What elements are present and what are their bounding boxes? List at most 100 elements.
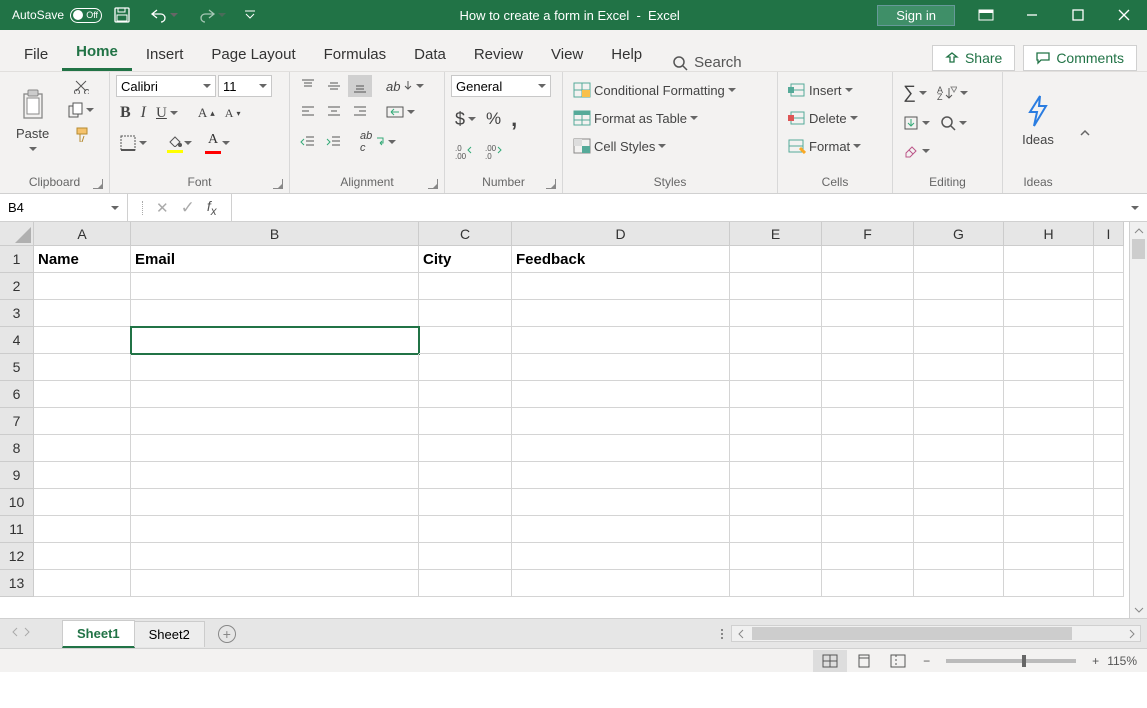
increase-indent-button[interactable] — [322, 131, 346, 153]
cell[interactable] — [512, 462, 730, 489]
cell[interactable] — [419, 381, 512, 408]
tab-data[interactable]: Data — [400, 38, 460, 71]
cancel-formula-button[interactable]: ✕ — [156, 199, 169, 217]
cell[interactable] — [512, 516, 730, 543]
cell[interactable] — [822, 354, 914, 381]
tab-page-layout[interactable]: Page Layout — [197, 38, 309, 71]
share-button[interactable]: Share — [932, 45, 1015, 71]
cell[interactable] — [914, 489, 1004, 516]
cell[interactable] — [730, 408, 822, 435]
cell[interactable] — [34, 273, 131, 300]
zoom-in-button[interactable]: + — [1092, 654, 1099, 668]
cell[interactable] — [822, 435, 914, 462]
column-header[interactable]: F — [822, 222, 914, 246]
sort-filter-button[interactable]: AZ — [933, 82, 972, 104]
cell[interactable] — [730, 354, 822, 381]
column-header[interactable]: I — [1094, 222, 1124, 246]
cell[interactable] — [1094, 246, 1124, 273]
cell[interactable] — [822, 408, 914, 435]
cell[interactable] — [730, 381, 822, 408]
horizontal-scroll-thumb[interactable] — [752, 627, 1072, 640]
cell[interactable] — [822, 273, 914, 300]
cell[interactable] — [1004, 435, 1094, 462]
prev-sheet-button[interactable] — [10, 625, 20, 643]
cell[interactable] — [1004, 543, 1094, 570]
row-header[interactable]: 4 — [0, 327, 34, 354]
increase-decimal-button[interactable]: .0.00 — [451, 141, 479, 163]
cell[interactable] — [1004, 327, 1094, 354]
cell[interactable] — [1004, 273, 1094, 300]
cell[interactable] — [822, 543, 914, 570]
row-header[interactable]: 11 — [0, 516, 34, 543]
row-header[interactable]: 1 — [0, 246, 34, 273]
wrap-text-button[interactable]: abc — [356, 127, 400, 157]
scroll-down-button[interactable] — [1130, 601, 1147, 618]
cell[interactable] — [914, 327, 1004, 354]
expand-formula-bar-button[interactable] — [1123, 194, 1147, 221]
cell[interactable] — [914, 408, 1004, 435]
comma-format-button[interactable]: , — [507, 103, 521, 135]
cell[interactable] — [34, 516, 131, 543]
clear-button[interactable] — [899, 140, 934, 162]
cell[interactable] — [914, 273, 1004, 300]
borders-button[interactable] — [116, 132, 151, 154]
cell[interactable] — [34, 327, 131, 354]
cell[interactable] — [419, 489, 512, 516]
orientation-button[interactable]: ab — [382, 75, 428, 97]
cell[interactable] — [1094, 273, 1124, 300]
cell[interactable] — [822, 300, 914, 327]
cell[interactable] — [34, 381, 131, 408]
cell[interactable] — [1094, 408, 1124, 435]
cell[interactable] — [34, 300, 131, 327]
close-button[interactable] — [1101, 0, 1147, 30]
align-center-button[interactable] — [322, 101, 346, 123]
font-size-select[interactable] — [218, 75, 272, 97]
cell[interactable] — [1004, 516, 1094, 543]
cell[interactable] — [131, 462, 419, 489]
align-left-button[interactable] — [296, 101, 320, 123]
cell[interactable] — [512, 435, 730, 462]
zoom-slider[interactable] — [946, 659, 1076, 663]
delete-cells-button[interactable]: Delete — [784, 107, 862, 129]
cell[interactable] — [512, 273, 730, 300]
tab-formulas[interactable]: Formulas — [310, 38, 401, 71]
vertical-scroll-thumb[interactable] — [1132, 239, 1145, 259]
alignment-dialog-launcher[interactable] — [428, 179, 438, 189]
zoom-thumb[interactable] — [1022, 655, 1026, 667]
cut-button[interactable] — [63, 75, 98, 97]
cell[interactable] — [730, 570, 822, 597]
column-header[interactable]: A — [34, 222, 131, 246]
column-header[interactable]: G — [914, 222, 1004, 246]
cell[interactable] — [730, 462, 822, 489]
cell[interactable] — [730, 543, 822, 570]
column-header[interactable]: C — [419, 222, 512, 246]
zoom-out-button[interactable]: − — [923, 654, 930, 668]
cell[interactable] — [131, 273, 419, 300]
font-dialog-launcher[interactable] — [273, 179, 283, 189]
undo-button[interactable] — [142, 3, 184, 27]
cell[interactable] — [419, 570, 512, 597]
tab-scroll-handle[interactable] — [713, 629, 731, 639]
insert-cells-button[interactable]: Insert — [784, 79, 857, 101]
cell[interactable] — [131, 327, 419, 354]
cell[interactable]: Email — [131, 246, 419, 273]
new-sheet-button[interactable]: + — [218, 625, 236, 643]
format-painter-button[interactable] — [63, 123, 98, 145]
row-header[interactable]: 9 — [0, 462, 34, 489]
decrease-font-button[interactable]: A▾ — [221, 102, 245, 124]
sheet-tab-sheet1[interactable]: Sheet1 — [62, 620, 135, 648]
maximize-button[interactable] — [1055, 0, 1101, 30]
column-header[interactable]: B — [131, 222, 419, 246]
cell[interactable] — [1004, 570, 1094, 597]
zoom-level[interactable]: 115% — [1107, 654, 1137, 668]
page-layout-view-button[interactable] — [847, 650, 881, 672]
cell[interactable] — [730, 516, 822, 543]
cell[interactable] — [512, 381, 730, 408]
tab-help[interactable]: Help — [597, 38, 656, 71]
cell[interactable] — [730, 489, 822, 516]
column-header[interactable]: E — [730, 222, 822, 246]
minimize-button[interactable] — [1009, 0, 1055, 30]
decrease-indent-button[interactable] — [296, 131, 320, 153]
next-sheet-button[interactable] — [22, 625, 32, 643]
redo-button[interactable] — [190, 3, 232, 27]
